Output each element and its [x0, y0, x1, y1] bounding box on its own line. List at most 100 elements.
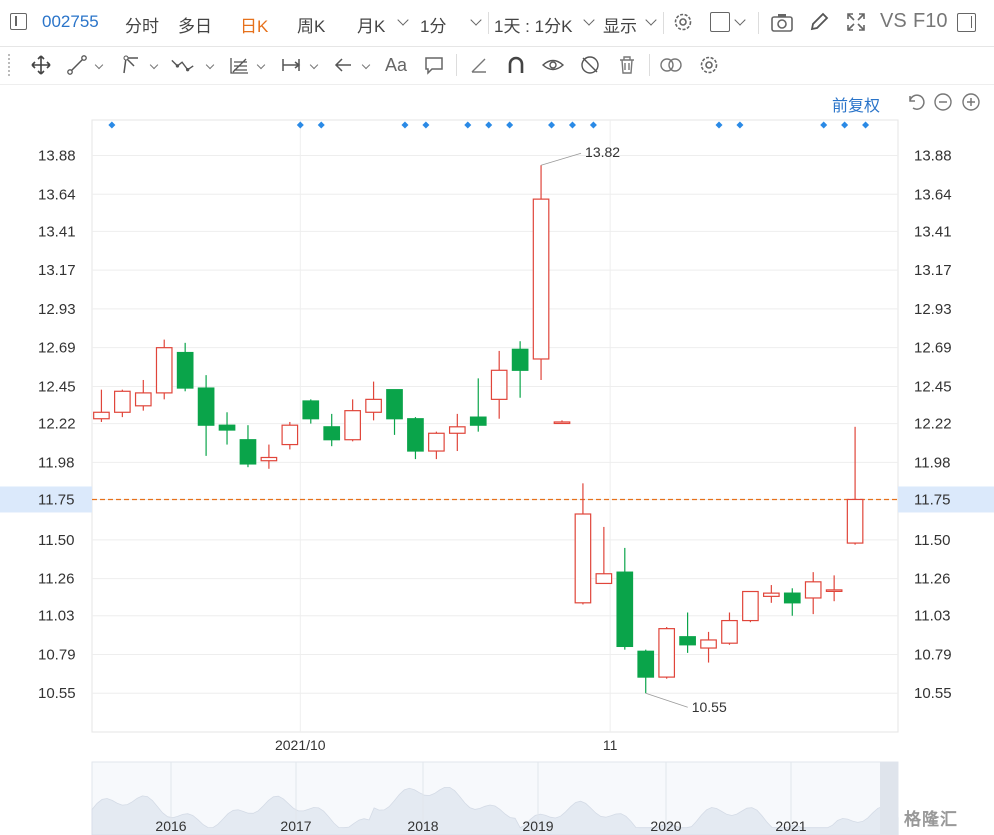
vs-button[interactable]: VS	[880, 10, 907, 33]
candle-down	[323, 426, 341, 441]
tab-daily-k[interactable]: 日K	[240, 12, 268, 37]
event-marker	[548, 121, 556, 129]
event-marker	[296, 121, 304, 129]
drawing-toolbar: Aa	[0, 46, 994, 85]
y-tick-label: 10.79	[38, 646, 76, 663]
panel-toggle-icon[interactable]	[957, 13, 976, 32]
tab-intraday[interactable]: 分时	[125, 12, 159, 37]
stock-code[interactable]: 002755	[42, 12, 99, 32]
chevron-down-icon[interactable]	[309, 60, 319, 70]
overview-year-label: 2021	[775, 818, 806, 834]
gear-icon[interactable]	[672, 11, 694, 38]
watermark-logo: 格隆汇	[904, 810, 958, 829]
chevron-down-icon[interactable]	[583, 14, 595, 26]
event-marker	[401, 121, 409, 129]
chevron-down-icon[interactable]	[397, 14, 409, 26]
camera-icon[interactable]	[770, 12, 794, 39]
chevron-down-icon[interactable]	[205, 60, 215, 70]
candle-up	[825, 589, 843, 592]
tab-multi-day[interactable]: 多日	[178, 12, 212, 37]
pencil-icon[interactable]	[808, 11, 830, 38]
sidebar-toggle-icon[interactable]	[10, 13, 27, 30]
chevron-down-icon[interactable]	[734, 14, 746, 26]
event-markers[interactable]	[108, 121, 870, 129]
overview-navigator[interactable]: 2016 2017 2018 2019 2020 2021	[91, 761, 899, 835]
fullscreen-icon[interactable]	[845, 11, 867, 38]
range-select[interactable]: 1天 : 1分K	[494, 12, 572, 37]
candle-up	[134, 392, 152, 407]
pen-icon[interactable]	[466, 52, 492, 78]
tab-weekly-k[interactable]: 周K	[297, 12, 325, 37]
candlestick-chart[interactable]: 13.88 13.64 13.41 13.17 12.93 12.69 12.45 12.22…	[0, 84, 994, 835]
high-leader	[540, 152, 582, 166]
candle-up	[846, 498, 864, 544]
hide-icon[interactable]	[577, 52, 603, 78]
candle-down	[679, 636, 696, 646]
y-tick-label: 10.79	[914, 646, 952, 663]
y-tick-label: 11.26	[38, 571, 74, 588]
period-select[interactable]: 1分	[420, 12, 446, 37]
magnet-icon[interactable]	[503, 52, 529, 78]
candle-down	[239, 439, 257, 465]
y-tick-label: 13.64	[38, 186, 76, 203]
y-tick-label: 11.50	[38, 532, 74, 549]
y-tick-label: 13.88	[38, 148, 76, 165]
top-toolbar: 002755 分时 多日 日K 周K 月K 1分 1天 : 1分K 显示 VS …	[0, 0, 994, 47]
candle-up	[260, 456, 278, 462]
divider	[649, 54, 650, 76]
arrow-left-icon[interactable]	[330, 52, 356, 78]
chevron-down-icon[interactable]	[645, 14, 657, 26]
candle-up	[658, 628, 676, 678]
candle-down	[511, 348, 529, 371]
chevron-down-icon[interactable]	[470, 14, 482, 26]
candle-down	[176, 351, 194, 389]
event-marker	[422, 121, 430, 129]
chevron-down-icon[interactable]	[256, 60, 266, 70]
display-select[interactable]: 显示	[603, 12, 637, 37]
y-tick-label: 13.64	[914, 186, 952, 203]
y-tick-label: 13.17	[914, 262, 952, 279]
color-square-icon[interactable]	[710, 12, 730, 32]
f10-button[interactable]: F10	[913, 10, 947, 33]
chevron-down-icon[interactable]	[94, 60, 104, 70]
candle-up	[595, 573, 613, 585]
event-marker	[715, 121, 723, 129]
event-marker	[485, 121, 493, 129]
low-leader	[645, 692, 688, 708]
settings-icon[interactable]	[696, 52, 722, 78]
candle-up	[804, 581, 822, 599]
candle-down	[302, 400, 320, 420]
divider	[663, 12, 664, 34]
drag-handle[interactable]	[8, 54, 13, 76]
trash-icon[interactable]	[614, 52, 640, 78]
link-icon[interactable]	[658, 52, 684, 78]
y-tick-label: 11.98	[914, 454, 950, 471]
comment-icon[interactable]	[421, 52, 447, 78]
move-icon[interactable]	[28, 52, 54, 78]
y-tick-label: 11.03	[914, 608, 950, 625]
chevron-down-icon[interactable]	[361, 60, 371, 70]
event-marker	[506, 121, 514, 129]
candle-up	[114, 390, 131, 413]
y-tick-label: 12.69	[38, 340, 76, 357]
candle-up	[93, 411, 110, 420]
measure-icon[interactable]	[278, 52, 304, 78]
candle-down	[637, 650, 655, 678]
candle-down	[407, 418, 424, 452]
tab-monthly-k[interactable]: 月K	[357, 12, 385, 37]
wave-icon[interactable]	[170, 52, 196, 78]
candle-up	[742, 590, 759, 622]
chevron-down-icon[interactable]	[149, 60, 159, 70]
candle-up	[700, 639, 717, 649]
fib-icon[interactable]	[226, 52, 252, 78]
text-icon[interactable]: Aa	[383, 52, 409, 78]
eye-icon[interactable]	[540, 52, 566, 78]
y-tick-label: 12.93	[914, 301, 952, 318]
candle-down	[197, 387, 215, 426]
y-tick-label: 13.88	[914, 148, 952, 165]
polyline-icon[interactable]	[118, 52, 144, 78]
line-icon[interactable]	[64, 52, 90, 78]
candle-up	[532, 198, 550, 360]
candles[interactable]	[93, 165, 864, 694]
x-tick-label: 2021/10	[275, 737, 326, 753]
